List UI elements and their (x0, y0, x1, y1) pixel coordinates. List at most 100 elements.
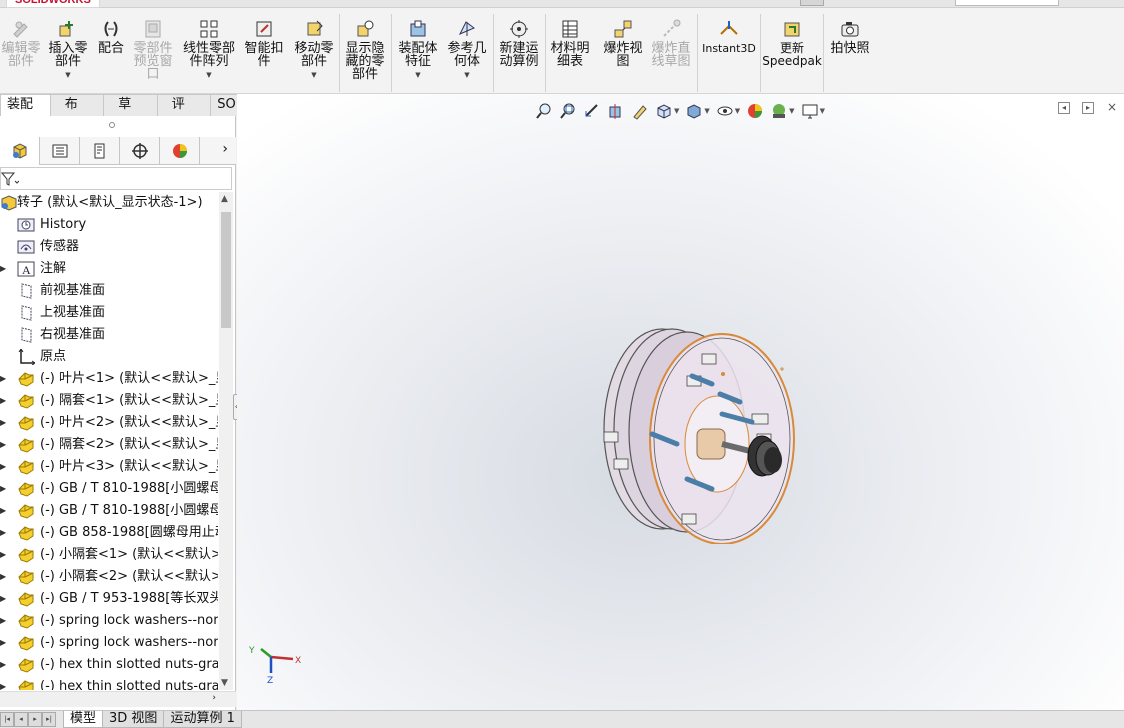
viewport-close-icon[interactable]: × (1106, 101, 1118, 114)
mate-button[interactable]: 配合 (95, 12, 127, 55)
assembly-feature-dropdown-icon[interactable]: ▼ (415, 71, 420, 79)
tree-item[interactable]: ▶ (-) GB / T 810-1988[小圆螺母M7 (0, 500, 218, 522)
zoom-to-area-button[interactable] (556, 100, 580, 122)
display-style-dropdown-icon[interactable]: ▼ (704, 107, 709, 115)
exploded-view-button[interactable]: 爆炸视 图 (600, 12, 646, 68)
tree-item[interactable]: 前视基准面 (0, 280, 218, 302)
tree-root[interactable]: 转子 (默认<默认_显示状态-1>) (0, 192, 218, 214)
expand-arrow-icon[interactable]: ▶ (0, 258, 10, 280)
hide-show-dropdown-icon[interactable]: ▼ (735, 107, 740, 115)
scroll-up-icon[interactable]: ▲ (221, 194, 228, 204)
move-component-button[interactable]: 移动零 部件 ▼ (290, 12, 338, 79)
tab-assembly[interactable]: 装配体 (0, 94, 51, 132)
previous-view-button[interactable] (580, 100, 604, 122)
display-style-button[interactable] (682, 100, 706, 122)
expand-arrow-icon[interactable]: ▶ (0, 456, 10, 478)
dynamic-annotation-button[interactable] (628, 100, 652, 122)
zoom-to-fit-button[interactable] (532, 100, 556, 122)
tree-item[interactable]: ▶ (-) spring lock washers--norma (0, 610, 218, 632)
expand-arrow-icon[interactable]: ▶ (0, 368, 10, 390)
tree-item[interactable]: ▶ (-) spring lock washers--norma (0, 632, 218, 654)
search-box[interactable] (955, 0, 1059, 6)
tab-feature-manager[interactable] (0, 137, 40, 165)
first-tab-icon[interactable]: |◂ (0, 712, 14, 727)
tab-dimxpert-manager[interactable] (120, 137, 160, 165)
expand-arrow-icon[interactable]: ▶ (0, 588, 10, 610)
expand-arrow-icon[interactable]: ▶ (0, 544, 10, 566)
scroll-down-icon[interactable]: ▼ (221, 678, 228, 688)
hide-show-items-button[interactable] (713, 100, 737, 122)
tab-motion-study-1[interactable]: 运动算例 1 (163, 711, 242, 728)
expand-arrow-icon[interactable]: ▶ (0, 610, 10, 632)
tree-item[interactable]: ▶ (-) GB / T 810-1988[小圆螺母M7 (0, 478, 218, 500)
assembly-feature-button[interactable]: 装配体 特征 ▼ (394, 12, 442, 79)
linear-pattern-dropdown-icon[interactable]: ▼ (206, 71, 211, 79)
tab-configuration-manager[interactable] (80, 137, 120, 165)
tree-item[interactable]: ▶ (-) 叶片<3> (默认<<默认>_显示 (0, 456, 218, 478)
expand-arrow-icon[interactable]: ▶ (0, 676, 10, 690)
view-orientation-dropdown-icon[interactable]: ▼ (674, 107, 679, 115)
expand-arrow-icon[interactable]: ▶ (0, 522, 10, 544)
viewport-forward-icon[interactable]: ▸ (1082, 102, 1094, 114)
smart-fasteners-button[interactable]: 智能扣 件 (242, 12, 286, 68)
tree-item[interactable]: 右视基准面 (0, 324, 218, 346)
expand-arrow-icon[interactable]: ▶ (0, 500, 10, 522)
apply-scene-button[interactable] (767, 100, 791, 122)
component-preview-button[interactable]: 零部件 预览窗 口 (130, 12, 176, 81)
expand-arrow-icon[interactable]: ▶ (0, 566, 10, 588)
viewport-back-icon[interactable]: ◂ (1058, 102, 1070, 114)
insert-component-button[interactable]: 插入零 部件 ▼ (46, 12, 90, 79)
tab-property-manager[interactable] (40, 137, 80, 165)
next-tab-icon[interactable]: ▸ (28, 712, 42, 727)
section-view-button[interactable] (604, 100, 628, 122)
tree-item[interactable]: ▶ (-) hex thin slotted nuts-grades (0, 676, 218, 690)
tree-item[interactable]: ▶ (-) GB 858-1988[圆螺母用止动垫 (0, 522, 218, 544)
tree-filter[interactable] (0, 167, 232, 190)
apply-scene-dropdown-icon[interactable]: ▼ (789, 107, 794, 115)
tree-item[interactable]: 原点 (0, 346, 218, 368)
snapshot-button[interactable]: 拍快照 (826, 12, 874, 55)
view-settings-button[interactable] (798, 100, 822, 122)
tree-item[interactable]: ▶ (-) 叶片<1> (默认<<默认>_显示 (0, 368, 218, 390)
tree-item[interactable]: ▶ (-) 小隔套<2> (默认<<默认>_显 (0, 566, 218, 588)
expand-arrow-icon[interactable]: ▶ (0, 412, 10, 434)
view-orientation-button[interactable] (652, 100, 676, 122)
linear-pattern-button[interactable]: 线性零部 件阵列 ▼ (180, 12, 238, 79)
bom-button[interactable]: 材料明 细表 (548, 12, 592, 68)
tree-item[interactable]: 上视基准面 (0, 302, 218, 324)
tab-3d-views[interactable]: 3D 视图 (102, 711, 165, 728)
edit-appearance-button[interactable] (743, 100, 767, 122)
tree-item[interactable]: ▶ A 注解 (0, 258, 218, 280)
move-component-dropdown-icon[interactable]: ▼ (311, 71, 316, 79)
tree-item[interactable]: ▶ (-) 叶片<2> (默认<<默认>_显示 (0, 412, 218, 434)
tree-item[interactable]: ▶ (-) 隔套<1> (默认<<默认>_显示 (0, 390, 218, 412)
view-settings-dropdown-icon[interactable]: ▼ (820, 107, 825, 115)
tree-item[interactable]: History (0, 214, 218, 236)
tree-item[interactable]: 传感器 (0, 236, 218, 258)
last-tab-icon[interactable]: ▸| (42, 712, 56, 727)
tree-item[interactable]: ▶ (-) 小隔套<1> (默认<<默认>_显 (0, 544, 218, 566)
tree-vertical-scrollbar[interactable]: ▲ ▼ (219, 192, 233, 690)
graphics-area[interactable]: ▼ ▼ ▼ ▼ ▼ ◂ ▸ × X Y Z (237, 94, 1124, 710)
insert-component-dropdown-icon[interactable]: ▼ (65, 71, 70, 79)
rotor-assembly-model[interactable] (592, 314, 812, 544)
previous-tab-icon[interactable]: ◂ (14, 712, 28, 727)
tab-sketch[interactable]: 草图 (103, 94, 158, 132)
expand-arrow-icon[interactable]: ▶ (0, 654, 10, 676)
update-speedpak-button[interactable]: 更新 Speedpak (762, 12, 822, 68)
scroll-right-icon[interactable]: › (212, 693, 216, 703)
tree-item[interactable]: ▶ (-) 隔套<2> (默认<<默认>_显示 (0, 434, 218, 456)
tree-item[interactable]: ▶ (-) hex thin slotted nuts-grades (0, 654, 218, 676)
edit-component-button[interactable]: 编辑零 部件 (0, 12, 42, 68)
scroll-thumb[interactable] (221, 212, 231, 328)
tab-model[interactable]: 模型 (63, 711, 104, 728)
tree-item[interactable]: ▶ (-) GB / T 953-1988[等长双头螺柱 (0, 588, 218, 610)
expand-arrow-icon[interactable]: ▶ (0, 478, 10, 500)
reference-geometry-dropdown-icon[interactable]: ▼ (464, 71, 469, 79)
show-hidden-components-button[interactable]: 显示隐 藏的零 部件 (342, 12, 388, 81)
new-motion-study-button[interactable]: 新建运 动算例 (496, 12, 542, 68)
tree-horizontal-scrollbar[interactable]: › (0, 691, 236, 707)
reference-geometry-button[interactable]: 参考几 何体 ▼ (444, 12, 490, 79)
expand-arrow-icon[interactable]: ▶ (0, 434, 10, 456)
tab-display-manager[interactable] (160, 137, 200, 165)
